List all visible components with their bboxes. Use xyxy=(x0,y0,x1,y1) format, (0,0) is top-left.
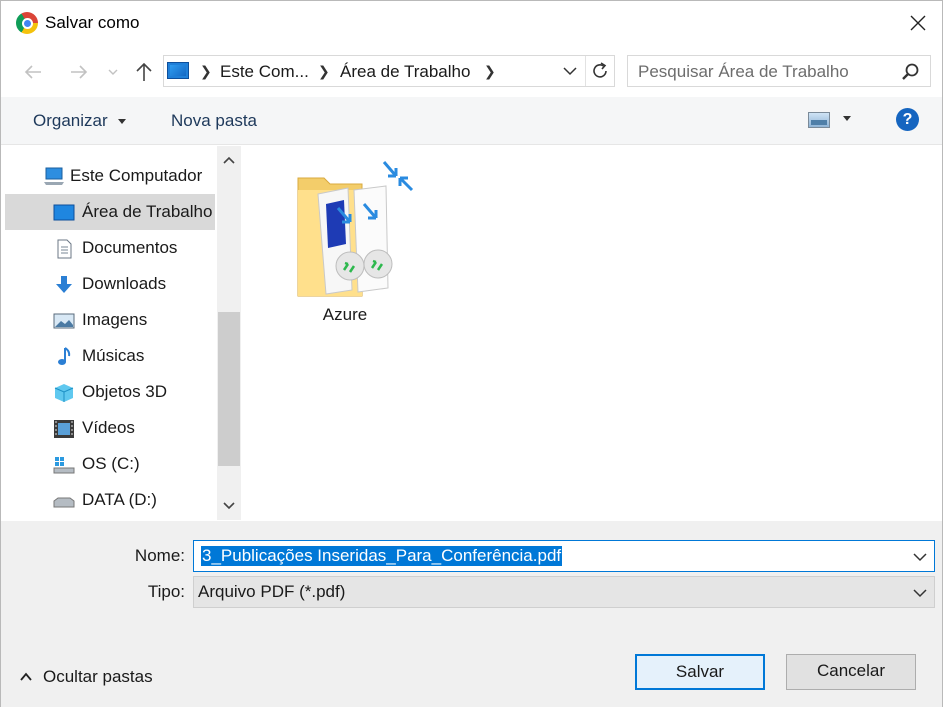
address-dropdown-icon[interactable] xyxy=(562,63,578,79)
forward-arrow-icon[interactable] xyxy=(67,60,91,84)
search-input[interactable]: Pesquisar Área de Trabalho xyxy=(627,55,931,87)
sidebar-item-este-computador[interactable]: Este Computador xyxy=(5,158,215,194)
desktop-icon xyxy=(53,204,75,221)
drive-c-icon xyxy=(53,457,75,474)
scroll-up-icon[interactable] xyxy=(222,154,236,168)
save-form: Nome: 3_Publicações Inseridas_Para_Confe… xyxy=(1,521,942,707)
breadcrumb-chevron-icon[interactable]: ❯ xyxy=(318,63,330,80)
search-icon[interactable] xyxy=(900,62,920,82)
change-view-icon[interactable] xyxy=(808,112,830,128)
recent-locations-chevron-icon[interactable] xyxy=(105,60,121,84)
hide-folders-label: Ocultar pastas xyxy=(43,667,153,686)
sidebar-item-label: DATA (D:) xyxy=(82,490,157,509)
save-as-dialog: Salvar como ❯ Este Com... ❯ Área de Trab… xyxy=(0,0,943,707)
type-label: Tipo: xyxy=(147,582,185,601)
breadcrumb-chevron-icon[interactable]: ❯ xyxy=(200,63,212,80)
sidebar-item-area-de-trabalho[interactable]: Área de Trabalho xyxy=(5,194,215,230)
new-folder-button[interactable]: Nova pasta xyxy=(171,111,257,131)
hide-folders-toggle[interactable]: Ocultar pastas xyxy=(19,667,153,687)
back-arrow-icon[interactable] xyxy=(21,60,45,84)
command-toolbar: Organizar Nova pasta ? xyxy=(1,97,942,145)
sidebar-item-label: Este Computador xyxy=(70,166,203,185)
sidebar-item-label: Objetos 3D xyxy=(82,382,168,401)
organize-label: Organizar xyxy=(33,111,108,130)
downloads-icon xyxy=(56,276,72,293)
navigation-pane: Este Computador Área de Trabalho Documen… xyxy=(5,146,241,520)
sidebar-item-data-d[interactable]: DATA (D:) xyxy=(5,482,215,518)
drive-d-icon xyxy=(53,497,75,508)
chevron-up-icon xyxy=(20,672,32,681)
sidebar-item-label: Documentos xyxy=(82,238,178,257)
cancel-button[interactable]: Cancelar xyxy=(786,654,916,690)
scroll-thumb[interactable] xyxy=(218,312,240,466)
view-dropdown-icon[interactable] xyxy=(843,116,851,121)
chevron-down-icon xyxy=(118,119,127,125)
title-bar: Salvar como xyxy=(1,1,942,47)
filename-value: 3_Publicações Inseridas_Para_Conferência… xyxy=(201,546,563,566)
file-list: Azure xyxy=(242,146,942,520)
desktop-icon xyxy=(167,62,189,79)
breadcrumb-chevron-icon[interactable]: ❯ xyxy=(484,63,496,80)
search-placeholder: Pesquisar Área de Trabalho xyxy=(638,62,849,81)
breadcrumb-item[interactable]: Este Com... xyxy=(220,62,309,82)
address-bar[interactable]: ❯ Este Com... ❯ Área de Trabalho ❯ xyxy=(163,55,615,87)
up-arrow-icon[interactable] xyxy=(132,60,156,84)
navigation-bar: ❯ Este Com... ❯ Área de Trabalho ❯ Pesqu… xyxy=(1,47,942,97)
divider xyxy=(585,56,586,86)
name-label: Nome: xyxy=(134,546,185,565)
organize-button[interactable]: Organizar xyxy=(33,111,127,131)
remote-desktop-folder-icon xyxy=(297,161,414,297)
chevron-down-icon[interactable] xyxy=(912,549,928,565)
sidebar-item-musicas[interactable]: Músicas xyxy=(5,338,215,374)
save-button[interactable]: Salvar xyxy=(635,654,765,690)
close-icon[interactable] xyxy=(906,11,930,35)
window-title: Salvar como xyxy=(45,13,140,32)
breadcrumb-item[interactable]: Área de Trabalho xyxy=(340,62,470,82)
sidebar-item-label: Área de Trabalho xyxy=(82,202,213,221)
help-icon[interactable]: ? xyxy=(896,108,919,131)
sidebar-item-label: Downloads xyxy=(82,274,167,293)
sidebar-item-imagens[interactable]: Imagens xyxy=(5,302,215,338)
file-type-value: Arquivo PDF (*.pdf) xyxy=(198,582,346,601)
filename-input[interactable]: 3_Publicações Inseridas_Para_Conferência… xyxy=(193,540,935,572)
folder-item-azure[interactable]: Azure xyxy=(292,160,414,330)
sidebar-item-label: OS (C:) xyxy=(82,454,140,473)
music-icon xyxy=(58,347,71,365)
sidebar-item-documentos[interactable]: Documentos xyxy=(5,230,215,266)
documents-icon xyxy=(57,239,72,259)
pictures-icon xyxy=(53,313,75,329)
folder-label: Azure xyxy=(322,305,368,324)
objects-3d-icon xyxy=(54,384,74,402)
chevron-down-icon[interactable] xyxy=(912,585,928,601)
sidebar-item-label: Vídeos xyxy=(82,418,135,437)
computer-icon xyxy=(44,167,64,185)
refresh-icon[interactable] xyxy=(590,61,610,81)
videos-icon xyxy=(54,420,74,438)
chrome-icon xyxy=(16,12,38,34)
sidebar-scrollbar[interactable] xyxy=(217,146,241,520)
sidebar-item-downloads[interactable]: Downloads xyxy=(5,266,215,302)
sidebar-item-label: Imagens xyxy=(82,310,148,329)
sidebar-item-objetos-3d[interactable]: Objetos 3D xyxy=(5,374,215,410)
file-type-select[interactable]: Arquivo PDF (*.pdf) xyxy=(193,576,935,608)
sidebar-item-label: Músicas xyxy=(82,346,145,365)
sidebar-item-videos[interactable]: Vídeos xyxy=(5,410,215,446)
scroll-down-icon[interactable] xyxy=(222,498,236,512)
sidebar-item-os-c[interactable]: OS (C:) xyxy=(5,446,215,482)
